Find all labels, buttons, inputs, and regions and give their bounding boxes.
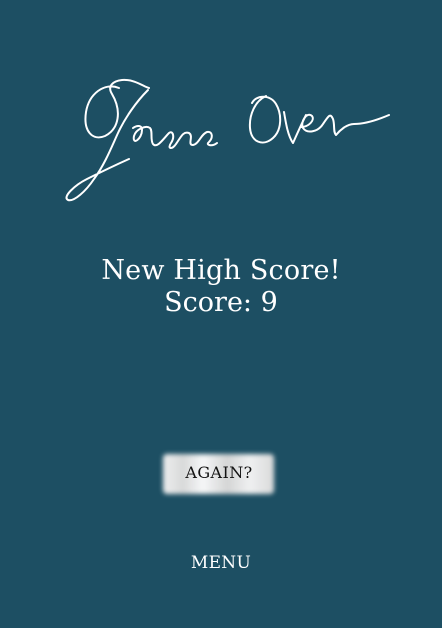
score-line: Score: 9 bbox=[0, 287, 442, 319]
again-button[interactable]: AGAIN? bbox=[158, 448, 280, 502]
score-panel: New High Score! Score: 9 bbox=[0, 255, 442, 320]
score-label: Score: bbox=[164, 287, 253, 319]
high-score-message: New High Score! bbox=[101, 255, 341, 286]
game-over-screen: New High Score! Score: 9 AGAIN? MENU bbox=[0, 0, 442, 628]
signature-game-stroke bbox=[65, 78, 218, 202]
again-button-label: AGAIN? bbox=[185, 463, 253, 482]
game-over-signature-title bbox=[62, 72, 394, 212]
game-over-signature bbox=[65, 78, 390, 202]
score-value: 9 bbox=[260, 287, 278, 319]
signature-over-stroke bbox=[248, 95, 390, 144]
menu-button[interactable]: MENU bbox=[178, 549, 264, 577]
